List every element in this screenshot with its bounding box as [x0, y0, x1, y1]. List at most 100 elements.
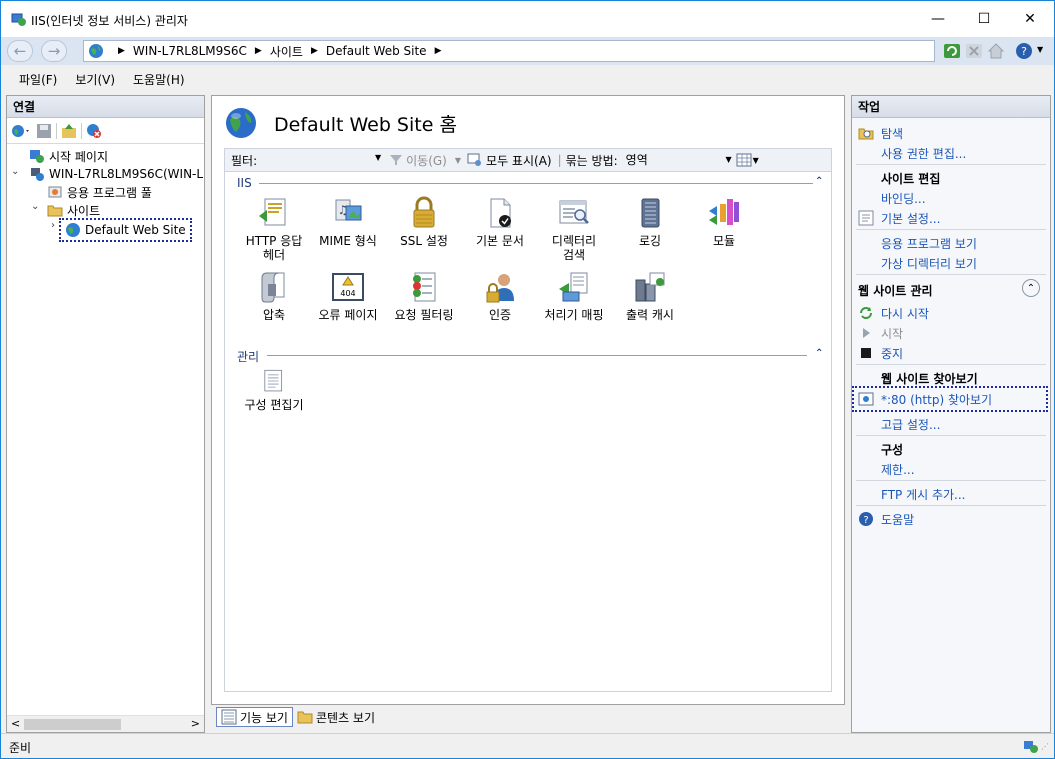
action-advanced-settings[interactable]: 고급 설정...: [881, 416, 940, 433]
collapse-management-icon[interactable]: ⌃: [815, 348, 823, 359]
menu-file[interactable]: 파일(F): [19, 71, 57, 88]
scroll-left-icon[interactable]: <: [11, 717, 20, 730]
request-filtering-icon: [413, 272, 436, 302]
maximize-button[interactable]: ☐: [961, 1, 1007, 37]
scroll-right-icon[interactable]: >: [191, 717, 200, 730]
feature-directory-browsing[interactable]: 디렉터리 검색: [535, 196, 613, 262]
stop-icon: [861, 348, 871, 358]
action-edit-permissions[interactable]: 사용 권한 편집...: [881, 145, 966, 162]
tree-start-page-label: 시작 페이지: [49, 149, 109, 164]
actions-header: 작업: [852, 96, 1050, 118]
crumb-default-site[interactable]: Default Web Site: [326, 44, 427, 58]
action-explore[interactable]: 탐색: [881, 125, 903, 142]
sites-folder-icon: [47, 205, 63, 217]
help-dropdown-icon[interactable]: ▼: [1037, 45, 1043, 54]
feature-mime-types[interactable]: ♫ MIME 형식: [309, 196, 387, 248]
disconnect-icon[interactable]: [86, 123, 102, 139]
connections-header: 연결: [7, 96, 204, 118]
action-add-ftp-publishing[interactable]: FTP 게시 추가...: [881, 486, 966, 503]
go-button[interactable]: 이동(G) ▼: [389, 152, 461, 169]
toolbar-divider: [56, 122, 57, 139]
start-page-icon: [30, 150, 44, 163]
feature-configuration-editor[interactable]: 구성 편집기: [235, 368, 313, 412]
action-help[interactable]: 도움말: [881, 511, 914, 528]
feature-http-headers[interactable]: HTTP 응답 헤더: [235, 196, 313, 262]
home-icon[interactable]: [987, 42, 1005, 60]
help-icon[interactable]: ?: [1015, 42, 1033, 60]
configure-heading: 구성: [881, 443, 904, 457]
crumb-server[interactable]: WIN-L7RL8LM9S6C: [133, 44, 247, 58]
website-globe-icon: [226, 108, 256, 138]
action-view-virtual-directories[interactable]: 가상 디렉터리 보기: [881, 255, 977, 272]
feature-error-pages[interactable]: 404 오류 페이지: [309, 270, 387, 322]
feature-compression[interactable]: 압축: [235, 270, 313, 322]
separator: [856, 364, 1046, 365]
menu-help[interactable]: 도움말(H): [133, 71, 185, 88]
title-bar: IIS(인터넷 정보 서비스) 관리자 — ☐ ✕: [1, 1, 1054, 37]
tree-app-pools[interactable]: 응용 프로그램 풀: [47, 183, 152, 201]
toolbar-divider: [81, 122, 82, 139]
feature-default-document[interactable]: 기본 문서: [461, 196, 539, 248]
feature-handler-mappings[interactable]: 처리기 매핑: [535, 270, 613, 322]
feature-logging[interactable]: 로깅: [611, 196, 689, 248]
feature-modules[interactable]: 모듈: [685, 196, 763, 248]
group-by-select[interactable]: 영역 ▼: [622, 151, 734, 169]
action-stop[interactable]: 중지: [881, 345, 903, 362]
help-icon: ?: [859, 512, 873, 526]
close-button[interactable]: ✕: [1007, 1, 1053, 37]
tree-default-web-site[interactable]: Default Web Site: [59, 218, 192, 242]
back-button[interactable]: ←: [7, 40, 33, 62]
filter-input[interactable]: ▼: [263, 151, 384, 169]
feature-request-filtering[interactable]: 요청 필터링: [385, 270, 463, 322]
crumb-sites[interactable]: 사이트: [270, 43, 303, 60]
action-view-applications[interactable]: 응용 프로그램 보기: [881, 235, 977, 252]
status-text: 준비: [9, 741, 32, 755]
action-basic-settings[interactable]: 기본 설정...: [881, 210, 940, 227]
separator: [856, 229, 1046, 230]
app-pools-icon: [48, 186, 62, 198]
action-bindings[interactable]: 바인딩...: [881, 190, 926, 207]
view-mode-button[interactable]: ▼: [736, 153, 759, 167]
filter-dropdown-icon[interactable]: ▼: [375, 153, 381, 162]
expand-site-icon[interactable]: ›: [51, 220, 55, 231]
collapse-server-icon[interactable]: ⌄: [11, 166, 19, 177]
stop-icon[interactable]: [965, 42, 983, 60]
save-icon[interactable]: [36, 123, 52, 139]
action-browse-80-http[interactable]: *:80 (http) 찾아보기: [881, 391, 992, 408]
up-level-icon[interactable]: [61, 123, 77, 139]
minimize-button[interactable]: —: [915, 1, 961, 37]
scroll-thumb[interactable]: [24, 719, 121, 730]
configuration-editor-icon: [264, 369, 283, 392]
forward-button[interactable]: →: [41, 40, 67, 62]
svg-text:?: ?: [1021, 45, 1027, 58]
menu-view[interactable]: 보기(V): [75, 71, 115, 88]
collapse-manage-site-icon[interactable]: ⌃: [1022, 279, 1040, 297]
action-limits[interactable]: 제한...: [881, 461, 915, 478]
feature-authentication[interactable]: 인증: [461, 270, 539, 322]
separator: [856, 274, 1046, 275]
iis-app-icon: [11, 13, 26, 26]
feature-output-cache[interactable]: 출력 캐시: [611, 270, 689, 322]
resize-grip-icon[interactable]: ⋰: [1041, 742, 1049, 751]
logging-icon: [641, 198, 660, 228]
connections-hscrollbar[interactable]: < >: [7, 715, 204, 732]
svg-text:?: ?: [863, 515, 868, 526]
tree-server[interactable]: WIN-L7RL8LM9S6C(WIN-L7R: [29, 165, 204, 183]
funnel-icon: [390, 155, 403, 165]
tree-start-page[interactable]: 시작 페이지: [29, 147, 108, 165]
collapse-iis-icon[interactable]: ⌃: [815, 176, 823, 187]
tab-features-view[interactable]: 기능 보기: [216, 707, 293, 727]
collapse-sites-icon[interactable]: ⌄: [31, 201, 39, 212]
tree-sites[interactable]: 사이트: [47, 201, 100, 219]
tab-content-view[interactable]: 콘텐츠 보기: [293, 707, 379, 727]
action-restart[interactable]: 다시 시작: [881, 305, 929, 322]
connect-globe-icon[interactable]: [10, 123, 32, 139]
connection-status-icon: [1024, 741, 1038, 753]
address-path[interactable]: ▶ WIN-L7RL8LM9S6C ▶ 사이트 ▶ Default Web Si…: [83, 40, 935, 62]
show-all-button[interactable]: 모두 표시(A): [467, 152, 552, 169]
refresh-icon[interactable]: [943, 42, 961, 60]
feature-ssl-settings[interactable]: SSL 설정: [385, 196, 463, 248]
action-start[interactable]: 시작: [881, 325, 903, 342]
menu-bar: 파일(F) 보기(V) 도움말(H): [1, 65, 1054, 93]
browse-icon: [858, 392, 874, 406]
